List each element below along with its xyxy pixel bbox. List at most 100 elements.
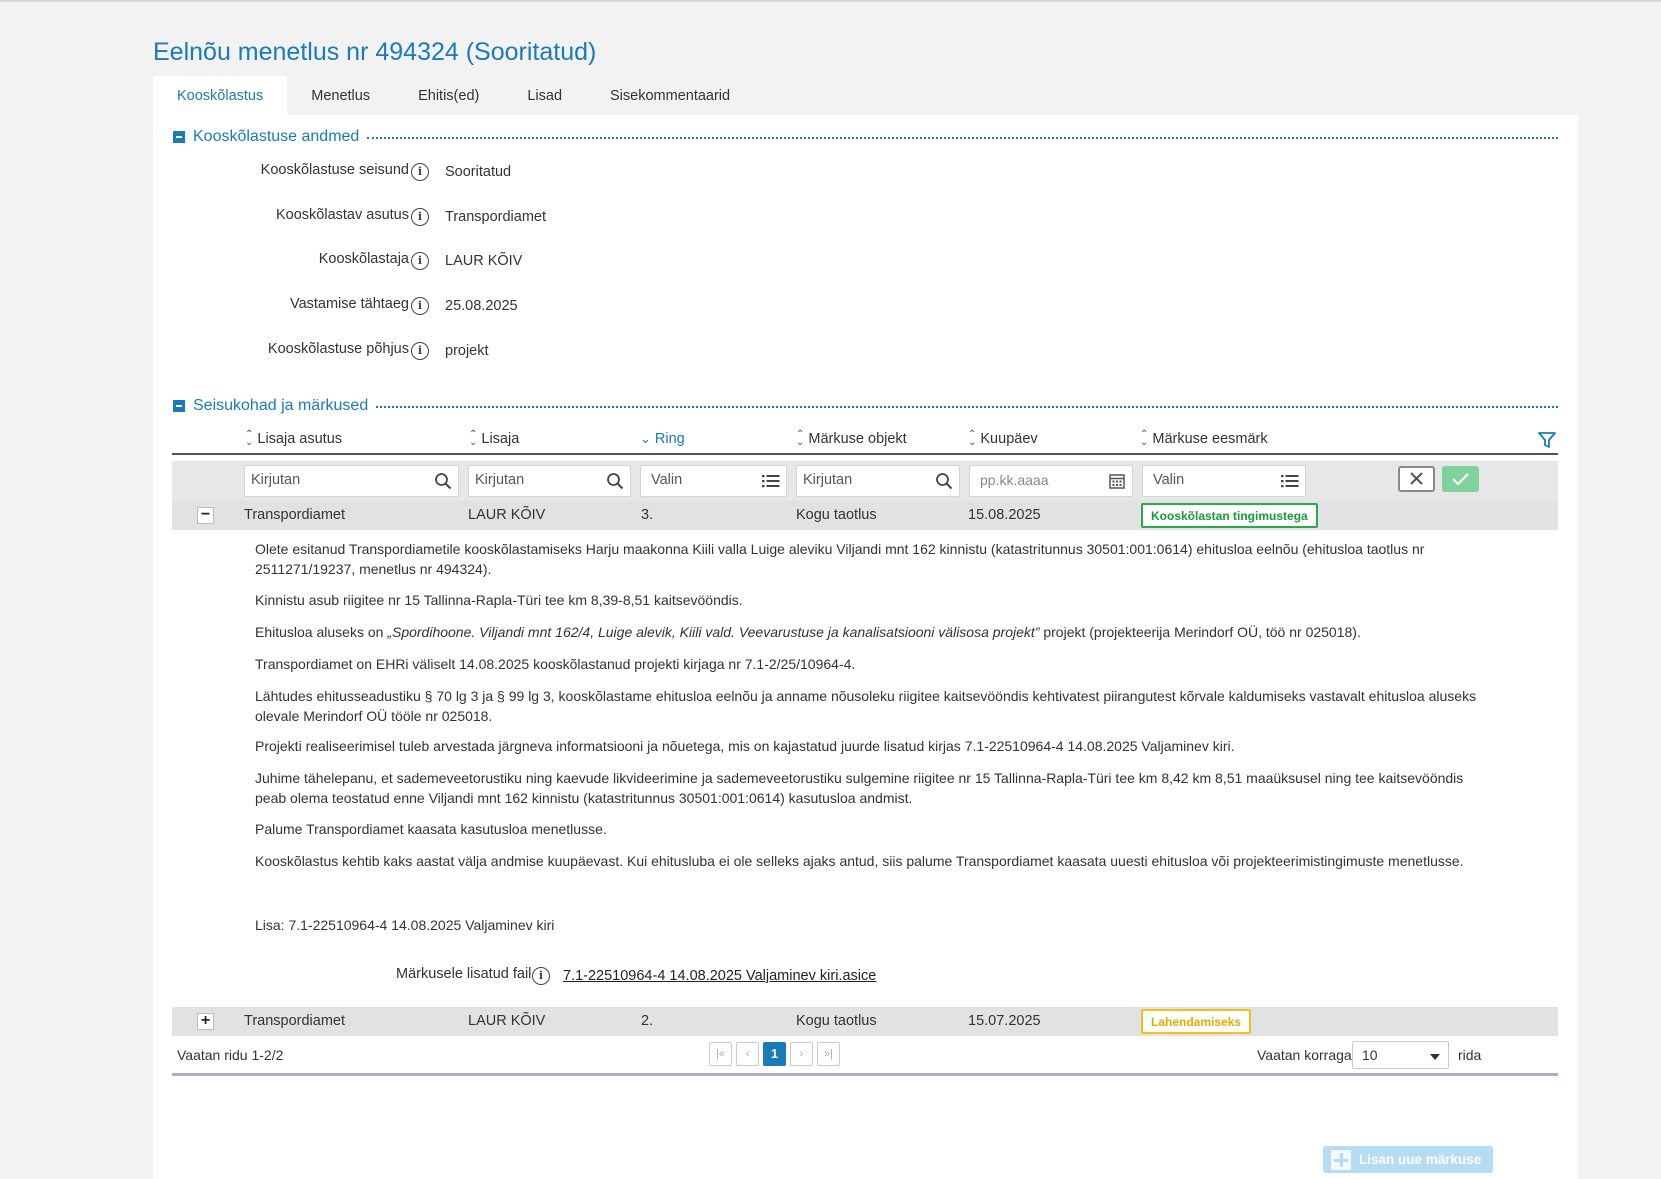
field-row-kooskolastaja: Kooskõlastaja i LAUR KÕIV (153, 251, 853, 273)
cell-asutus: Transpordiamet (244, 1013, 346, 1029)
info-icon[interactable]: i (411, 208, 429, 226)
info-icon[interactable]: i (411, 252, 429, 270)
detail-paragraph: Ehitusloa aluseks on „Spordihoone. Vilja… (255, 624, 1361, 640)
filter-icon[interactable] (1538, 431, 1556, 449)
field-row-tahtaeg: Vastamise tähtaeg i 25.08.2025 (153, 296, 853, 318)
column-header-ring[interactable]: ⌄ Ring (640, 431, 685, 447)
field-row-pohjus: Kooskõlastuse põhjus i projekt (153, 341, 853, 363)
table-row[interactable]: − Transpordiamet LAUR KÕIV 3. Kogu taotl… (172, 501, 1558, 530)
info-icon[interactable]: i (411, 342, 429, 360)
tab-lisad[interactable]: Lisad (503, 76, 586, 115)
column-header-kuupaev[interactable]: ⌃ ⌄ Kuupäev (968, 429, 1038, 448)
chevron-down-icon (1430, 1054, 1440, 1060)
table-row[interactable]: + Transpordiamet LAUR KÕIV 2. Kogu taotl… (172, 1007, 1558, 1036)
filter-bar: Kirjutan Kirjutan Valin Kirjutan pp.kk.a… (172, 461, 1558, 501)
next-page-button[interactable]: › (790, 1042, 813, 1066)
collapse-icon[interactable] (173, 131, 185, 143)
filter-kuupaev-input[interactable]: pp.kk.aaaa (969, 465, 1133, 497)
search-icon (936, 473, 953, 490)
field-value: LAUR KÕIV (445, 253, 523, 269)
field-label: Vastamise tähtaeg (289, 296, 409, 312)
field-label: Kooskõlastuse seisund (260, 162, 409, 178)
column-header-lisaja[interactable]: ⌃ ⌄ Lisaja (469, 429, 519, 448)
field-row-seisund: Kooskõlastuse seisund i Sooritatud (153, 162, 853, 184)
sort-icon: ⌃ ⌄ (245, 429, 254, 448)
grid-header: ⌃ ⌄ Lisaja asutus ⌃ ⌄ Lisaja ⌄ Ring ⌃ ⌄ Märkuse… (172, 426, 1558, 455)
close-icon (1410, 472, 1423, 485)
field-value: Sooritatud (445, 164, 512, 180)
chevron-down-icon: ⌄ (640, 431, 651, 446)
detail-paragraph: Olete esitanud Transpordiametile kooskõl… (255, 541, 1425, 577)
section-header-kooskolastuse-andmed: Kooskõlastuse andmed (173, 128, 1558, 146)
page-title: Eelnõu menetlus nr 494324 (Sooritatud) (153, 38, 597, 66)
status-badge: Lahendamiseks (1141, 1009, 1252, 1034)
sort-icon: ⌃ ⌄ (469, 429, 478, 448)
cell-ring: 3. (641, 507, 654, 523)
collapse-icon[interactable] (173, 400, 185, 412)
apply-filter-button[interactable] (1442, 466, 1479, 492)
cell-lisaja: LAUR KÕIV (468, 507, 546, 523)
list-icon (762, 475, 780, 488)
per-page-label: Vaatan korraga (1257, 1047, 1352, 1063)
cell-lisaja: LAUR KÕIV (468, 1013, 546, 1029)
prev-page-button[interactable]: ‹ (736, 1042, 759, 1066)
info-icon[interactable]: i (532, 967, 550, 985)
filter-lisaja-asutus-input[interactable]: Kirjutan (244, 465, 459, 497)
tab-ehitised[interactable]: Ehitis(ed) (394, 76, 503, 115)
filter-objekt-input[interactable]: Kirjutan (796, 465, 960, 497)
top-border (0, 0, 1661, 2)
tab-sisekommentaarid[interactable]: Sisekommentaarid (586, 76, 754, 115)
detail-paragraph: Projekti realiseerimisel tuleb arvestada… (255, 738, 1235, 754)
sort-icon: ⌃ ⌄ (968, 429, 977, 448)
first-page-button[interactable]: |« (709, 1042, 732, 1066)
tab-bar: Kooskõlastus Menetlus Ehitis(ed) Lisad S… (153, 76, 754, 115)
section-divider (376, 406, 1558, 408)
pagination: |« ‹ 1 › »| (709, 1042, 840, 1066)
page-1-button[interactable]: 1 (763, 1042, 786, 1066)
column-header-lisaja-asutus[interactable]: ⌃ ⌄ Lisaja asutus (245, 429, 342, 448)
expand-row-button[interactable]: + (197, 1013, 214, 1030)
filter-lisaja-input[interactable]: Kirjutan (468, 465, 631, 497)
status-badge: Kooskõlastan tingimustega (1141, 503, 1318, 528)
info-icon[interactable]: i (411, 163, 429, 181)
tab-menetlus[interactable]: Menetlus (287, 76, 394, 115)
info-icon[interactable]: i (411, 297, 429, 315)
attachment-label: Märkusele lisatud fail (396, 966, 532, 982)
collapse-row-button[interactable]: − (197, 507, 214, 524)
sort-icon: ⌃ ⌄ (796, 429, 805, 448)
add-remark-button[interactable]: Lisan uue märkuse (1323, 1146, 1493, 1173)
cell-kuupaev: 15.08.2025 (968, 507, 1041, 523)
clear-filter-button[interactable] (1398, 466, 1435, 492)
column-header-markuse-eesmark[interactable]: ⌃ ⌄ Märkuse eesmärk (1140, 429, 1268, 448)
field-row-asutus: Kooskõlastav asutus i Transpordiamet (153, 207, 853, 229)
list-icon (1281, 475, 1299, 488)
sort-icon: ⌃ ⌄ (1140, 429, 1149, 448)
section-title: Seisukohad ja märkused (193, 397, 369, 414)
field-value: 25.08.2025 (445, 298, 518, 314)
content-panel: Kooskõlastuse andmed Kooskõlastuse seisu… (153, 115, 1578, 1179)
filter-eesmark-select[interactable]: Valin (1142, 465, 1306, 497)
detail-paragraph: Transpordiamet on EHRi väliselt 14.08.20… (255, 656, 856, 672)
tab-kooskolastus[interactable]: Kooskõlastus (153, 76, 288, 115)
per-page-select[interactable]: 10 (1352, 1041, 1449, 1069)
cell-ring: 2. (641, 1013, 654, 1029)
remarks-grid: ⌃ ⌄ Lisaja asutus ⌃ ⌄ Lisaja ⌄ Ring ⌃ ⌄ Märkuse… (172, 426, 1558, 1076)
detail-paragraph: Kinnistu asub riigitee nr 15 Tallinna-Ra… (255, 592, 743, 608)
section-header-seisukohad: Seisukohad ja märkused (173, 397, 1558, 415)
detail-paragraph: Lisa: 7.1-22510964-4 14.08.2025 Valjamin… (255, 917, 555, 933)
cell-kuupaev: 15.07.2025 (968, 1013, 1041, 1029)
column-header-markuse-objekt[interactable]: ⌃ ⌄ Märkuse objekt (796, 429, 907, 448)
search-icon (607, 473, 624, 490)
calendar-icon (1109, 474, 1125, 489)
field-label: Kooskõlastaja (318, 251, 409, 267)
search-icon (435, 473, 452, 490)
cell-objekt: Kogu taotlus (796, 1013, 877, 1029)
field-label: Kooskõlastav asutus (276, 207, 409, 223)
last-page-button[interactable]: »| (817, 1042, 840, 1066)
check-icon (1452, 473, 1469, 486)
detail-paragraph: Kooskõlastus kehtib kaks aastat välja an… (255, 853, 1464, 869)
detail-paragraph: Juhime tähelepanu, et sademeveetorustiku… (255, 770, 1464, 806)
field-value: Transpordiamet (445, 209, 547, 225)
attachment-link[interactable]: 7.1-22510964-4 14.08.2025 Valjaminev kir… (563, 968, 876, 984)
filter-ring-select[interactable]: Valin (640, 465, 787, 497)
